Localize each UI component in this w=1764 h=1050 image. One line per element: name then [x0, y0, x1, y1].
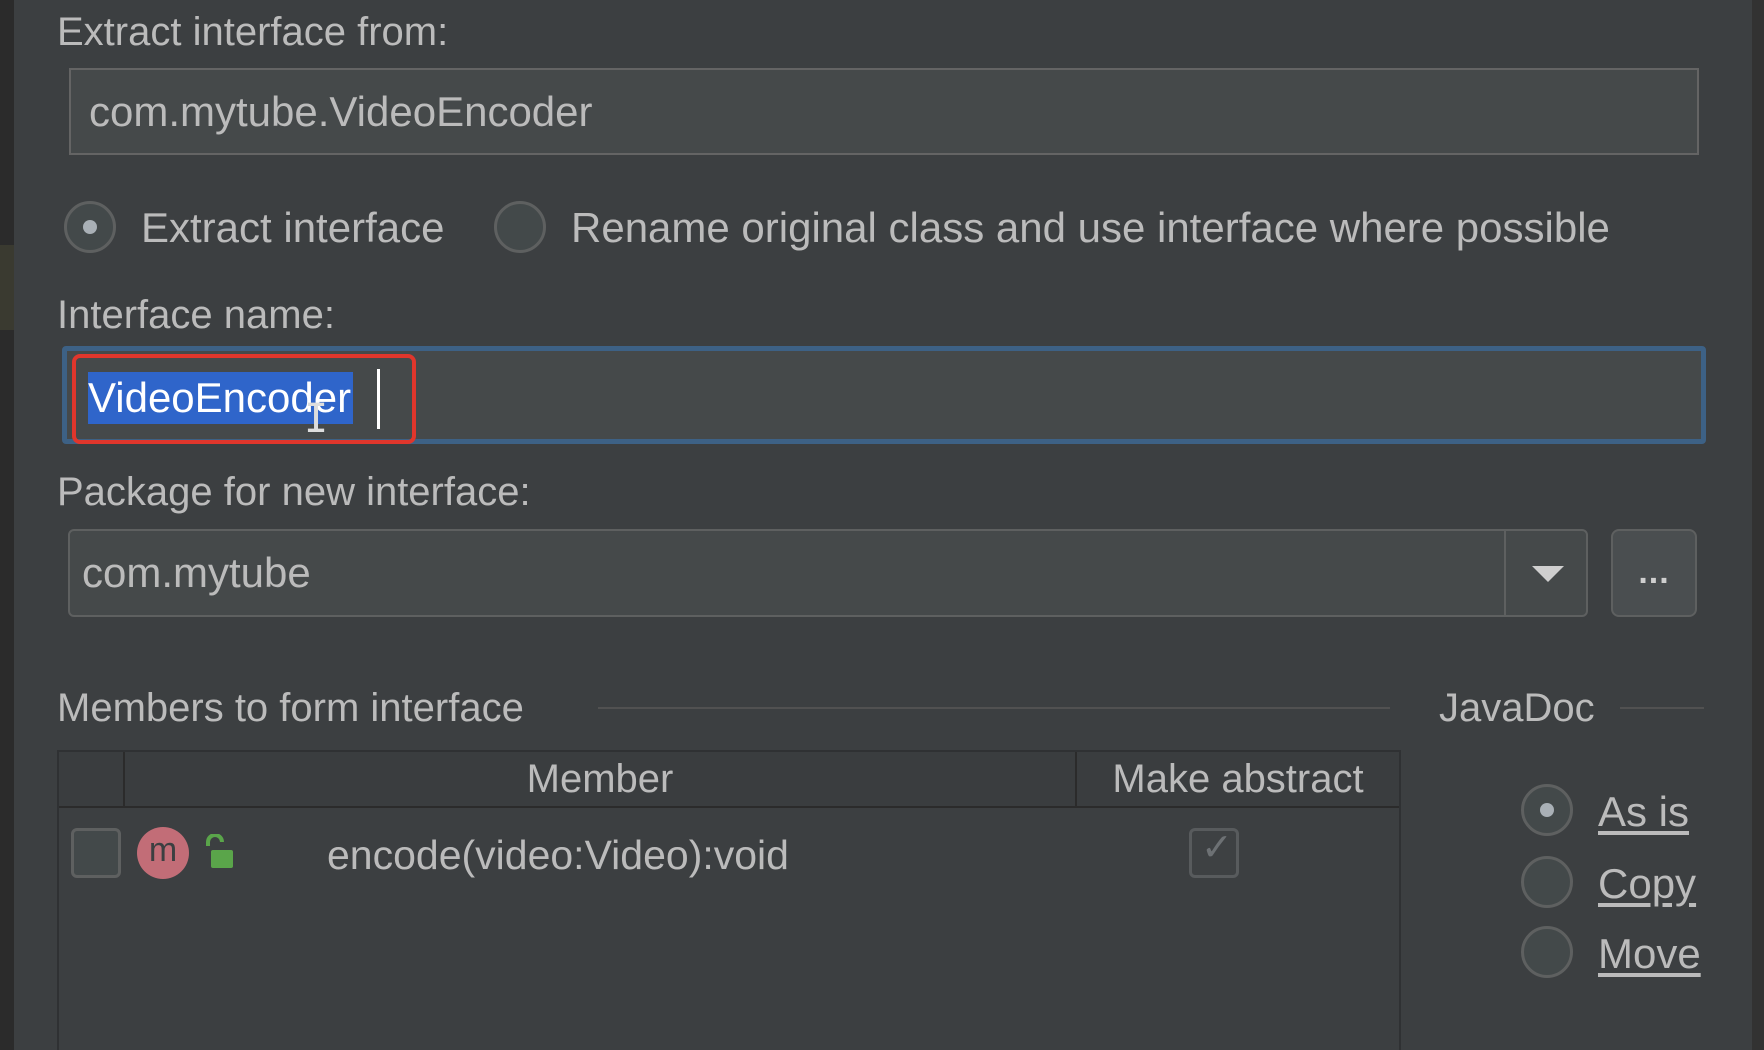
combobox-separator [1504, 531, 1506, 615]
rename-original-radio[interactable] [494, 201, 546, 253]
members-section-title: Members to form interface [57, 686, 524, 730]
javadoc-as-is-label[interactable]: As is [1598, 791, 1689, 833]
extract-from-value: com.mytube.VideoEncoder [89, 87, 593, 135]
browse-package-button[interactable]: ... [1611, 529, 1697, 617]
javadoc-move-label[interactable]: Move [1598, 933, 1701, 975]
package-value[interactable]: com.mytube [82, 549, 311, 597]
javadoc-copy-radio[interactable] [1521, 856, 1573, 908]
extract-from-label: Extract interface from: [57, 10, 449, 54]
right-background-strip [1752, 0, 1764, 1050]
column-header-make-abstract[interactable]: Make abstract [1077, 752, 1399, 806]
package-combobox[interactable]: com.mytube [68, 529, 1588, 617]
editor-background-strip [0, 0, 14, 1050]
column-header-member[interactable]: Member [125, 752, 1075, 806]
chevron-down-icon[interactable] [1532, 566, 1564, 582]
annotation-highlight-box [72, 354, 416, 444]
rename-original-radio-label[interactable]: Rename original class and use interface … [571, 207, 1610, 249]
ibeam-cursor-icon: I [304, 396, 329, 442]
javadoc-as-is-radio[interactable] [1521, 784, 1573, 836]
public-lock-icon [206, 834, 233, 868]
javadoc-copy-label[interactable]: Copy [1598, 863, 1696, 905]
javadoc-section-divider [1620, 707, 1704, 709]
interface-name-label: Interface name: [57, 293, 335, 337]
member-signature: encode(video:Video):void [327, 832, 789, 878]
method-icon: m [137, 827, 189, 879]
extract-from-field: com.mytube.VideoEncoder [69, 68, 1699, 155]
javadoc-move-radio[interactable] [1521, 926, 1573, 978]
members-section-divider [598, 707, 1390, 709]
make-abstract-checkbox[interactable]: ✓ [1189, 828, 1239, 878]
checkmark-icon: ✓ [1201, 827, 1233, 869]
member-include-checkbox[interactable] [71, 828, 121, 878]
members-table: Member Make abstract m encode(video:Vide… [57, 750, 1401, 1050]
javadoc-section-title: JavaDoc [1439, 686, 1595, 730]
extract-interface-radio-label[interactable]: Extract interface [141, 207, 444, 249]
members-table-header: Member Make abstract [59, 752, 1399, 808]
package-label: Package for new interface: [57, 470, 531, 514]
editor-line-highlight [0, 245, 14, 330]
extract-interface-radio[interactable] [64, 201, 116, 253]
